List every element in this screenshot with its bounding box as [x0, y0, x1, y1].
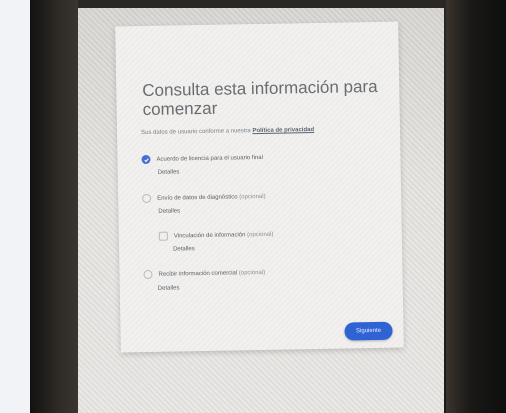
checkbox-marketing[interactable]	[143, 269, 153, 280]
checkbox-linking[interactable]	[158, 231, 168, 241]
option-eula-label: Acuerdo de licencia para el usuario fina…	[156, 154, 263, 163]
tablet-bezel-left	[30, 0, 78, 413]
next-button[interactable]: Siguiente	[344, 321, 393, 341]
option-eula[interactable]: Acuerdo de licencia para el usuario fina…	[141, 153, 263, 165]
details-link-linking[interactable]: Detalles	[173, 246, 195, 252]
subtitle-text: Sus datos de usuario conforme a nuestra	[140, 128, 253, 137]
dialog-title: Consulta esta información para comenzar	[142, 76, 378, 120]
consent-dialog: Consulta esta información para comenzar …	[115, 21, 404, 353]
checkbox-diagnostics[interactable]	[142, 193, 152, 204]
option-marketing-label: Recibir información comercial (opcional)	[158, 269, 266, 278]
privacy-policy-link[interactable]: Política de privacidad	[252, 127, 314, 134]
background-strip	[0, 0, 30, 413]
option-linking-label: Vinculación de información (opcional)	[173, 231, 274, 240]
checkbox-eula[interactable]	[141, 154, 151, 165]
option-marketing[interactable]: Recibir información comercial (opcional)	[143, 268, 266, 280]
details-link-eula[interactable]: Detalles	[158, 169, 180, 175]
details-link-diagnostics[interactable]: Detalles	[158, 208, 180, 214]
option-linking[interactable]: Vinculación de información (opcional)	[158, 230, 274, 241]
check-icon	[143, 157, 149, 162]
details-link-marketing[interactable]: Detalles	[158, 285, 180, 291]
option-diagnostics[interactable]: Envío de datos de diagnóstico (opcional)	[142, 192, 266, 204]
tablet-bezel-right	[446, 0, 506, 413]
dialog-subtitle: Sus datos de usuario conforme a nuestra …	[141, 126, 391, 136]
option-diagnostics-label: Envío de datos de diagnóstico (opcional)	[157, 193, 266, 202]
photo-frame: Consulta esta información para comenzar …	[0, 0, 506, 413]
